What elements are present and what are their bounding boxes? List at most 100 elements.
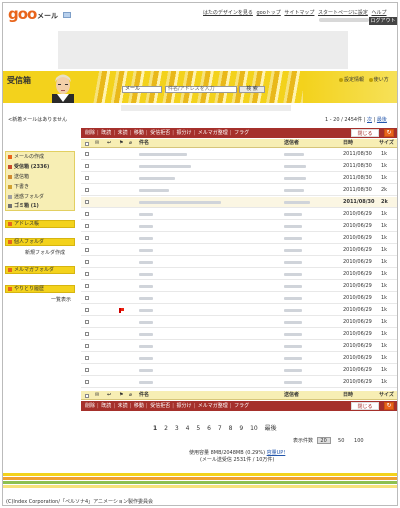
table-row[interactable]: 2010/06/29 1k: [81, 293, 397, 304]
row-subject-redacted[interactable]: [139, 261, 153, 264]
table-row[interactable]: 2010/06/29 1k: [81, 317, 397, 328]
row-subject-redacted[interactable]: [139, 249, 153, 252]
action-mark-read[interactable]: 既読: [101, 130, 111, 136]
mail-create-link[interactable]: メールの作成: [8, 153, 44, 160]
close-button[interactable]: 閉じる: [351, 129, 379, 137]
action-delete-bottom[interactable]: 削除: [85, 403, 95, 409]
page-link-1[interactable]: 1: [153, 425, 157, 432]
row-subject-redacted[interactable]: [139, 201, 221, 204]
row-subject-redacted[interactable]: [139, 177, 175, 180]
table-row[interactable]: 2010/06/29 1k: [81, 281, 397, 292]
row-subject-redacted[interactable]: [139, 213, 153, 216]
action-move[interactable]: 移動: [134, 130, 144, 136]
action-filter[interactable]: 振分け: [176, 130, 191, 136]
action-mark-unread[interactable]: 未読: [118, 130, 128, 136]
action-mark-read-bottom[interactable]: 既読: [101, 403, 111, 409]
row-subject-redacted[interactable]: [139, 285, 153, 288]
search-input[interactable]: 件名/アドレスを入力: [165, 86, 237, 93]
row-checkbox[interactable]: [85, 380, 89, 384]
folder-drafts[interactable]: 下書き: [8, 183, 29, 190]
row-checkbox[interactable]: [85, 200, 89, 204]
usage-link[interactable]: 使い方: [374, 77, 389, 83]
action-delete[interactable]: 削除: [85, 130, 95, 136]
next-page-link[interactable]: 次: [367, 117, 372, 123]
section-address-book[interactable]: アドレス帳: [5, 220, 75, 228]
table-row[interactable]: 2010/06/29 1k: [81, 245, 397, 256]
display-count-100[interactable]: 100: [352, 438, 366, 445]
row-checkbox[interactable]: [85, 284, 89, 288]
action-mailmag[interactable]: メルマガ整理: [198, 130, 228, 136]
row-checkbox[interactable]: [85, 212, 89, 216]
action-block[interactable]: 受信拒否: [150, 130, 170, 136]
row-subject-redacted[interactable]: [139, 189, 169, 192]
row-checkbox[interactable]: [85, 248, 89, 252]
row-subject-redacted[interactable]: [139, 297, 153, 300]
row-subject-redacted[interactable]: [139, 369, 153, 372]
table-row[interactable]: 2010/06/29 1k: [81, 341, 397, 352]
last-page-link[interactable]: 最後: [377, 117, 387, 123]
action-block-bottom[interactable]: 受信拒否: [150, 403, 170, 409]
table-row[interactable]: 2011/08/30 1k: [81, 173, 397, 184]
close-button-bottom[interactable]: 閉じる: [351, 402, 379, 410]
row-checkbox[interactable]: [85, 176, 89, 180]
page-link-6[interactable]: 6: [207, 425, 211, 432]
row-subject-redacted[interactable]: [139, 237, 153, 240]
folder-select[interactable]: メール: [122, 86, 162, 93]
row-checkbox[interactable]: [85, 308, 89, 312]
row-checkbox[interactable]: [85, 260, 89, 264]
top-link-goo-top[interactable]: gooトップ: [257, 10, 281, 16]
page-link-5[interactable]: 5: [196, 425, 200, 432]
row-subject-redacted[interactable]: [139, 345, 153, 348]
row-checkbox[interactable]: [85, 224, 89, 228]
header-subject-bottom[interactable]: 件名: [139, 391, 149, 400]
section-history[interactable]: やりとり履歴: [5, 285, 75, 293]
header-date-bottom[interactable]: 日時: [343, 391, 353, 400]
row-subject-redacted[interactable]: [139, 381, 153, 384]
row-subject-redacted[interactable]: [139, 165, 191, 168]
select-all-checkbox-bottom[interactable]: [85, 394, 89, 398]
header-sender-bottom[interactable]: 送信者: [284, 391, 299, 400]
row-checkbox[interactable]: [85, 368, 89, 372]
page-link-9[interactable]: 9: [239, 425, 243, 432]
top-link-sitemap[interactable]: サイトマップ: [284, 10, 314, 16]
new-folder-link[interactable]: 新規フォルダ作成: [25, 249, 65, 256]
top-link-design[interactable]: はたのデザインを見る: [203, 10, 253, 16]
refresh-icon[interactable]: ↻: [384, 402, 394, 410]
folder-spam[interactable]: 迷惑フォルダ: [8, 193, 44, 200]
action-mark-unread-bottom[interactable]: 未読: [118, 403, 128, 409]
page-link-7[interactable]: 7: [218, 425, 222, 432]
row-checkbox[interactable]: [85, 272, 89, 276]
row-checkbox[interactable]: [85, 296, 89, 300]
folder-trash[interactable]: ゴミ箱 (1): [8, 202, 39, 209]
action-flag[interactable]: フラグ: [234, 130, 249, 136]
table-row[interactable]: 2010/06/29 1k: [81, 353, 397, 364]
row-checkbox[interactable]: [85, 164, 89, 168]
row-subject-redacted[interactable]: [139, 309, 153, 312]
row-checkbox[interactable]: [85, 188, 89, 192]
header-date[interactable]: 日時: [343, 139, 353, 148]
row-subject-redacted[interactable]: [139, 153, 187, 156]
goo-logo[interactable]: goo: [8, 5, 37, 23]
display-count-50[interactable]: 50: [334, 438, 348, 445]
settings-link[interactable]: 設定情報: [344, 77, 364, 83]
table-row[interactable]: 2010/06/29 1k: [81, 377, 397, 388]
row-checkbox[interactable]: [85, 356, 89, 360]
header-size-bottom[interactable]: サイズ: [379, 391, 394, 400]
folder-inbox[interactable]: 受信箱 (2336): [8, 163, 49, 170]
display-count-20[interactable]: 20: [316, 437, 331, 444]
row-checkbox[interactable]: [85, 152, 89, 156]
logout-button[interactable]: ログアウト: [369, 17, 397, 25]
top-link-startpage[interactable]: スタートページに設定: [318, 10, 368, 16]
top-link-help[interactable]: ヘルプ: [372, 10, 387, 16]
table-row[interactable]: 2011/08/30 1k: [81, 161, 397, 172]
table-row[interactable]: 2010/06/29 1k: [81, 233, 397, 244]
table-row[interactable]: 2010/06/29 1k: [81, 329, 397, 340]
row-checkbox[interactable]: [85, 236, 89, 240]
action-flag-bottom[interactable]: フラグ: [234, 403, 249, 409]
table-row[interactable]: 2011/08/30 2k: [81, 185, 397, 196]
page-link-4[interactable]: 4: [186, 425, 190, 432]
row-checkbox[interactable]: [85, 332, 89, 336]
table-row[interactable]: 2011/08/30 2k: [81, 197, 397, 208]
table-row[interactable]: 2010/06/29 1k: [81, 269, 397, 280]
row-subject-redacted[interactable]: [139, 273, 153, 276]
